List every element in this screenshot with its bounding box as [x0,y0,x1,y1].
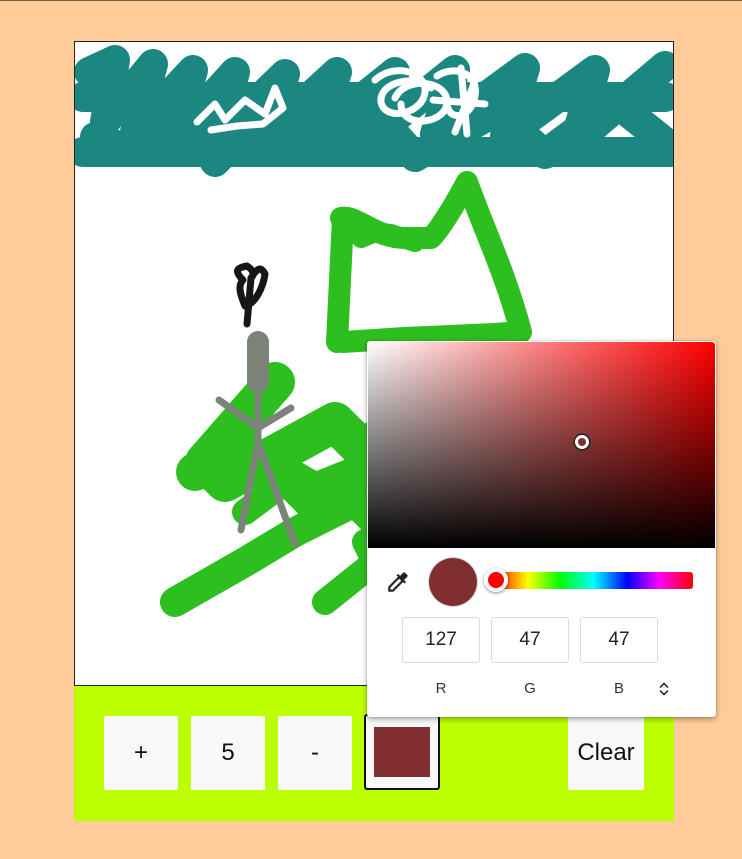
blue-label: B [613,680,624,697]
color-picker-button[interactable] [364,714,440,790]
red-label: R [435,680,447,697]
color-picker-popup: R G B [367,341,716,717]
increase-size-button[interactable]: + [104,716,178,790]
saturation-area[interactable] [368,342,715,548]
red-input[interactable] [402,617,480,663]
hue-handle[interactable] [484,568,508,592]
swap-vertical-icon[interactable] [657,681,671,697]
page-top-border [0,0,742,1]
clear-button[interactable]: Clear [568,716,644,790]
color-swatch [374,727,430,777]
black-scribble [234,262,269,328]
color-preview [429,558,477,606]
green-label: G [524,680,536,697]
saturation-handle[interactable] [575,435,589,449]
saturation-black-layer [368,342,715,548]
brush-size-display: 5 [191,716,265,790]
blue-input[interactable] [580,617,658,663]
hue-slider[interactable] [494,572,693,589]
eyedropper-icon[interactable] [385,569,411,595]
green-input[interactable] [491,617,569,663]
decrease-size-button[interactable]: - [278,716,352,790]
